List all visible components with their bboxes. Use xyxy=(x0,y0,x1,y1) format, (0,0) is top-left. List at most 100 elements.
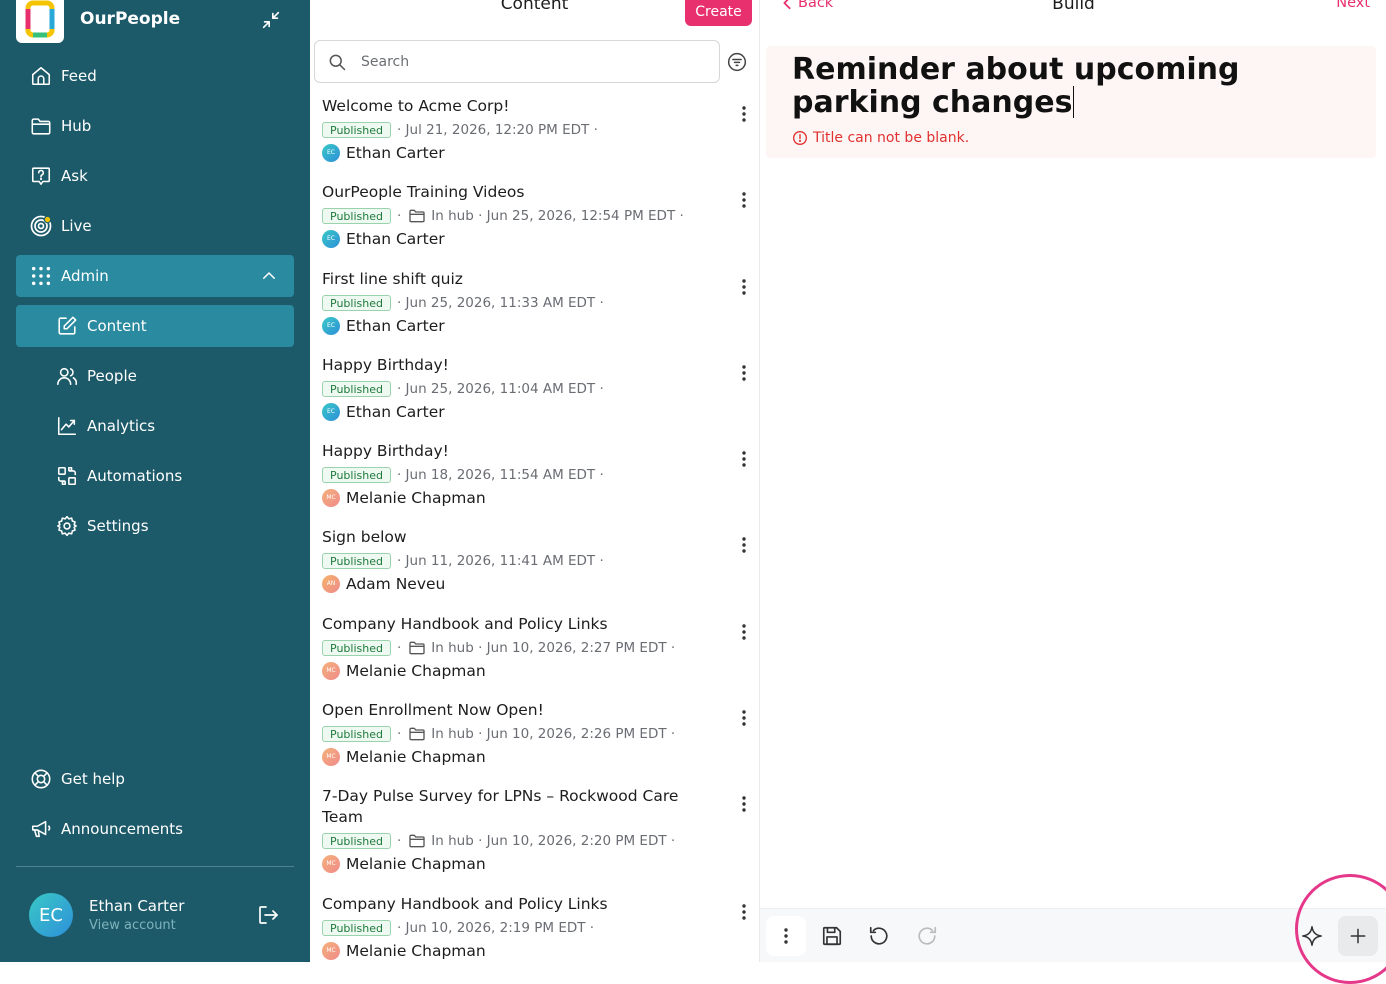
undo-button[interactable] xyxy=(859,916,899,956)
sidebar-item-ask[interactable]: Ask xyxy=(16,155,294,197)
list-item[interactable]: Welcome to Acme Corp! Published · Jul 21… xyxy=(322,96,752,182)
avatar: EC xyxy=(322,316,340,335)
item-author: EC Ethan Carter xyxy=(322,401,712,422)
item-title: Company Handbook and Policy Links xyxy=(322,895,608,913)
folder-icon xyxy=(409,727,425,741)
filter-icon[interactable] xyxy=(727,52,747,72)
status-badge: Published xyxy=(322,295,391,311)
list-item[interactable]: First line shift quiz Published · Jun 25… xyxy=(322,269,752,355)
avatar: MC xyxy=(322,661,340,680)
redo-button[interactable] xyxy=(907,916,947,956)
search-input[interactable] xyxy=(361,53,681,70)
save-button[interactable] xyxy=(812,916,852,956)
item-title: Company Handbook and Policy Links xyxy=(322,615,608,633)
author-name: Melanie Chapman xyxy=(346,488,486,507)
item-meta: Published · Jun 11, 2026, 11:41 AM EDT · xyxy=(322,552,712,570)
more-options-button[interactable] xyxy=(766,916,806,956)
item-author: MC Melanie Chapman xyxy=(322,487,712,508)
error-icon xyxy=(793,131,807,145)
sidebar-item-announcements[interactable]: Announcements xyxy=(16,808,294,850)
author-name: Melanie Chapman xyxy=(346,747,486,766)
sidebar-item-automations[interactable]: Automations xyxy=(16,455,294,497)
more-options-icon[interactable] xyxy=(742,106,746,122)
next-button[interactable]: Next xyxy=(1336,0,1370,11)
sidebar-item-admin[interactable]: Admin xyxy=(16,255,294,297)
item-meta: Published · In hub · Jun 25, 2026, 12:54… xyxy=(322,207,712,225)
more-options-icon[interactable] xyxy=(742,192,746,208)
redo-icon xyxy=(918,926,937,945)
brand: OurPeople xyxy=(16,0,294,43)
account-panel[interactable]: EC Ethan Carter View account xyxy=(16,887,294,943)
view-account-link[interactable]: View account xyxy=(89,918,184,933)
more-options-icon[interactable] xyxy=(742,904,746,920)
sidebar-item-label: Automations xyxy=(87,467,183,485)
sidebar-item-get-help[interactable]: Get help xyxy=(16,758,294,800)
hub-label: In hub xyxy=(431,833,474,849)
live-icon xyxy=(29,214,53,238)
sidebar-item-content[interactable]: Content xyxy=(16,305,294,347)
item-date: · Jun 10, 2026, 2:27 PM EDT · xyxy=(478,640,676,656)
author-name: Melanie Chapman xyxy=(346,941,486,960)
more-options-icon[interactable] xyxy=(742,279,746,295)
item-author: MC Melanie Chapman xyxy=(322,660,712,681)
sidebar-item-analytics[interactable]: Analytics xyxy=(16,405,294,447)
collapse-icon[interactable] xyxy=(260,9,282,31)
item-date: · Jun 25, 2026, 12:54 PM EDT · xyxy=(478,208,684,224)
search-icon xyxy=(327,52,347,72)
home-icon xyxy=(29,64,53,88)
status-badge: Published xyxy=(322,833,391,849)
create-button[interactable]: Create xyxy=(685,0,752,26)
sidebar-item-hub[interactable]: Hub xyxy=(16,105,294,147)
author-name: Ethan Carter xyxy=(346,229,445,248)
list-item[interactable]: Open Enrollment Now Open! Published · In… xyxy=(322,700,752,786)
item-meta: Published · Jun 25, 2026, 11:33 AM EDT · xyxy=(322,294,712,312)
more-options-icon[interactable] xyxy=(742,710,746,726)
post-title-block[interactable]: Reminder about upcoming parking changes … xyxy=(766,46,1376,158)
status-badge: Published xyxy=(322,920,391,936)
sidebar-item-feed[interactable]: Feed xyxy=(16,55,294,97)
gear-icon xyxy=(55,514,79,538)
ourpeople-logo[interactable] xyxy=(16,0,64,43)
item-title: Sign below xyxy=(322,528,407,546)
item-meta: Published · In hub · Jun 10, 2026, 2:20 … xyxy=(322,832,712,850)
list-item[interactable]: 7-Day Pulse Survey for LPNs – Rockwood C… xyxy=(322,786,752,894)
folder-icon xyxy=(409,641,425,655)
sidebar-item-label: Admin xyxy=(61,267,109,285)
post-title-input[interactable]: Reminder about upcoming parking changes xyxy=(792,53,1352,119)
sidebar-item-people[interactable]: People xyxy=(16,355,294,397)
more-options-icon[interactable] xyxy=(742,796,746,812)
sidebar-item-settings[interactable]: Settings xyxy=(16,505,294,547)
more-options-icon[interactable] xyxy=(742,624,746,640)
logout-icon[interactable] xyxy=(256,903,280,927)
list-item[interactable]: OurPeople Training Videos Published · In… xyxy=(322,182,752,269)
avatar: EC xyxy=(29,893,73,937)
sidebar-item-label: People xyxy=(87,367,137,385)
list-item[interactable]: Happy Birthday! Published · Jun 25, 2026… xyxy=(322,355,752,441)
error-text: Title can not be blank. xyxy=(813,130,970,146)
sidebar-item-live[interactable]: Live xyxy=(16,205,294,247)
item-date: · Jun 25, 2026, 11:04 AM EDT · xyxy=(396,381,604,397)
item-author: MC Melanie Chapman xyxy=(322,853,712,874)
avatar: MC xyxy=(322,488,340,507)
status-badge: Published xyxy=(322,122,391,138)
edit-icon xyxy=(55,314,79,338)
list-item[interactable]: Happy Birthday! Published · Jun 18, 2026… xyxy=(322,441,752,527)
list-item[interactable]: Company Handbook and Policy Links Publis… xyxy=(322,894,752,962)
more-options-icon[interactable] xyxy=(742,451,746,467)
search-box[interactable] xyxy=(314,40,720,83)
build-pane: Back Build Next Reminder about upcoming … xyxy=(759,0,1386,962)
list-item[interactable]: Sign below Published · Jun 11, 2026, 11:… xyxy=(322,527,752,614)
more-options-icon[interactable] xyxy=(742,537,746,553)
item-meta: Published · Jun 10, 2026, 2:19 PM EDT · xyxy=(322,919,712,937)
kebab-icon xyxy=(784,928,788,944)
status-badge: Published xyxy=(322,467,391,483)
megaphone-icon xyxy=(29,817,53,841)
status-badge: Published xyxy=(322,640,391,656)
item-author: EC Ethan Carter xyxy=(322,315,712,336)
account-name: Ethan Carter xyxy=(89,897,185,915)
sidebar-item-label: Get help xyxy=(61,770,125,788)
author-name: Adam Neveu xyxy=(346,574,446,593)
more-options-icon[interactable] xyxy=(742,365,746,381)
list-item[interactable]: Company Handbook and Policy Links Publis… xyxy=(322,614,752,700)
save-icon xyxy=(822,926,842,946)
